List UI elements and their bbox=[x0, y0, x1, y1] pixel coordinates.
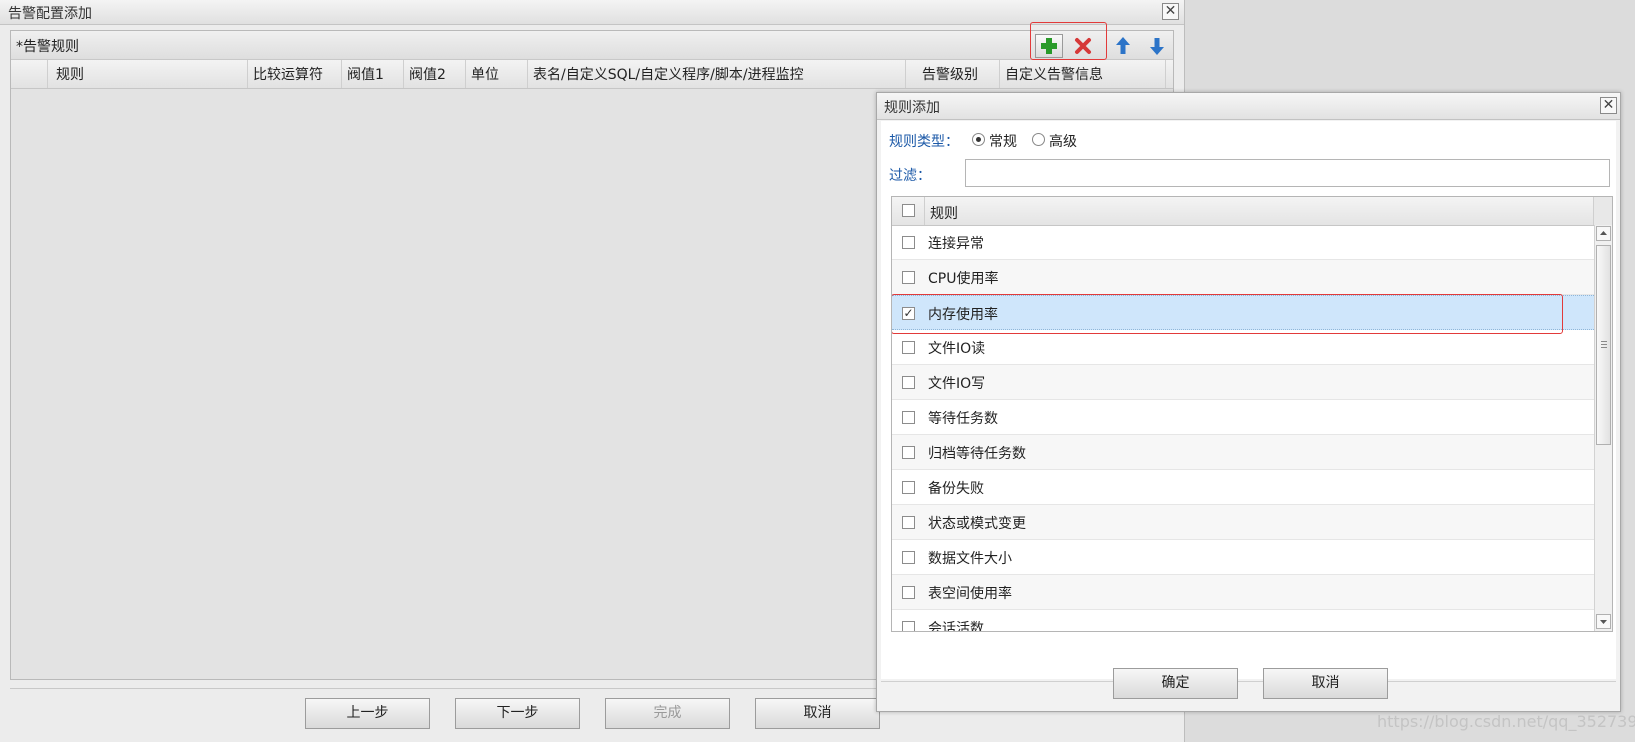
rule-list-scrollbar[interactable] bbox=[1594, 225, 1612, 631]
row-checkbox[interactable] bbox=[902, 446, 915, 459]
rule-name: 文件IO写 bbox=[928, 376, 986, 392]
list-item-selected[interactable]: ✓ 内存使用率 bbox=[892, 295, 1594, 330]
rule-name: 备份失败 bbox=[928, 481, 984, 497]
dialog-footer-divider bbox=[881, 681, 1616, 682]
rules-panel-header: *告警规则 bbox=[11, 22, 1173, 60]
dialog-body: 规则类型： 常规 高级 过滤： 规则 连接异常 CPU使用率 ✓ 内存使用率 文… bbox=[881, 121, 1616, 679]
arrow-down-icon bbox=[1150, 38, 1164, 55]
filter-label: 过滤： bbox=[889, 168, 931, 184]
list-item[interactable]: 归档等待任务数 bbox=[892, 435, 1594, 470]
dialog-title: 规则添加 bbox=[884, 100, 940, 116]
grid-header-blank bbox=[11, 60, 47, 88]
rule-list: 规则 连接异常 CPU使用率 ✓ 内存使用率 文件IO读 文件IO写 等待任务数… bbox=[891, 196, 1613, 632]
row-checkbox[interactable] bbox=[902, 341, 915, 354]
scroll-down-button[interactable] bbox=[1596, 614, 1611, 629]
rule-name: CPU使用率 bbox=[928, 271, 999, 287]
plus-icon bbox=[1041, 38, 1057, 54]
header-end-cell bbox=[1593, 197, 1612, 225]
list-item[interactable]: 等待任务数 bbox=[892, 400, 1594, 435]
row-checkbox[interactable] bbox=[902, 621, 915, 631]
list-item[interactable]: 文件IO读 bbox=[892, 330, 1594, 365]
filter-input[interactable] bbox=[965, 159, 1610, 187]
scroll-up-arrow-icon bbox=[1600, 231, 1607, 235]
window-close-button[interactable]: ✕ bbox=[1162, 3, 1179, 20]
rules-grid-header: 规则 比较运算符 阀值1 阀值2 单位 表名/自定义SQL/自定义程序/脚本/进… bbox=[11, 60, 1173, 89]
row-checkbox[interactable] bbox=[902, 411, 915, 424]
rule-type-advanced-radio[interactable] bbox=[1032, 133, 1045, 146]
column-header-end bbox=[1165, 60, 1176, 88]
rule-name: 文件IO读 bbox=[928, 341, 986, 357]
arrow-up-icon bbox=[1116, 37, 1130, 54]
list-item[interactable]: 数据文件大小 bbox=[892, 540, 1594, 575]
dialog-close-button[interactable]: ✕ bbox=[1600, 97, 1617, 114]
dialog-cancel-button[interactable]: 取消 bbox=[1263, 668, 1388, 699]
row-checkbox-checked[interactable]: ✓ bbox=[902, 307, 915, 320]
column-header-threshold1[interactable]: 阀值1 bbox=[341, 60, 403, 88]
move-up-button[interactable] bbox=[1109, 34, 1137, 58]
header-separator bbox=[924, 197, 925, 225]
rule-list-header: 规则 bbox=[892, 197, 1612, 226]
rule-type-advanced-label[interactable]: 高级 bbox=[1049, 131, 1077, 151]
column-header-alert-level[interactable]: 告警级别 bbox=[905, 60, 999, 88]
rules-panel-title: *告警规则 bbox=[16, 39, 79, 55]
next-step-button[interactable]: 下一步 bbox=[455, 698, 580, 729]
finish-button[interactable]: 完成 bbox=[605, 698, 730, 729]
delete-rule-button[interactable] bbox=[1069, 34, 1097, 58]
rule-name: 会话活数 bbox=[928, 621, 984, 632]
rule-name: 状态或模式变更 bbox=[928, 516, 1026, 532]
add-rule-button[interactable] bbox=[1035, 34, 1063, 58]
list-item[interactable]: 连接异常 bbox=[892, 225, 1594, 260]
column-header-target[interactable]: 表名/自定义SQL/自定义程序/脚本/进程监控 bbox=[527, 60, 905, 88]
row-checkbox[interactable] bbox=[902, 586, 915, 599]
row-checkbox[interactable] bbox=[902, 236, 915, 249]
dialog-titlebar: 规则添加 ✕ bbox=[877, 93, 1620, 120]
list-item[interactable]: 表空间使用率 bbox=[892, 575, 1594, 610]
rule-column-header[interactable]: 规则 bbox=[930, 203, 958, 223]
row-checkbox[interactable] bbox=[902, 376, 915, 389]
window-title: 告警配置添加 bbox=[8, 6, 92, 22]
column-header-unit[interactable]: 单位 bbox=[465, 60, 527, 88]
rule-name: 内存使用率 bbox=[928, 307, 998, 323]
rule-type-label: 规则类型： bbox=[889, 134, 959, 150]
column-header-operator[interactable]: 比较运算符 bbox=[247, 60, 341, 88]
dialog-ok-button[interactable]: 确定 bbox=[1113, 668, 1238, 699]
list-item[interactable]: 文件IO写 bbox=[892, 365, 1594, 400]
row-checkbox[interactable] bbox=[902, 481, 915, 494]
list-item[interactable]: 状态或模式变更 bbox=[892, 505, 1594, 540]
row-checkbox[interactable] bbox=[902, 551, 915, 564]
rule-name: 归档等待任务数 bbox=[928, 446, 1026, 462]
scroll-grip bbox=[1601, 347, 1607, 348]
scroll-grip bbox=[1601, 344, 1607, 345]
move-down-button[interactable] bbox=[1143, 34, 1171, 58]
scroll-up-button[interactable] bbox=[1596, 226, 1611, 241]
rule-name: 等待任务数 bbox=[928, 411, 998, 427]
list-item[interactable]: CPU使用率 bbox=[892, 260, 1594, 295]
main-cancel-button[interactable]: 取消 bbox=[755, 698, 880, 729]
scroll-down-arrow-icon bbox=[1600, 620, 1607, 624]
prev-step-button[interactable]: 上一步 bbox=[305, 698, 430, 729]
column-header-rule[interactable]: 规则 bbox=[47, 60, 247, 88]
row-checkbox[interactable] bbox=[902, 516, 915, 529]
rule-type-normal-radio[interactable] bbox=[972, 133, 985, 146]
rule-type-normal-label[interactable]: 常规 bbox=[989, 131, 1017, 151]
delete-x-icon bbox=[1075, 38, 1091, 54]
watermark-text: https://blog.csdn.net/qq_35273918 bbox=[1377, 712, 1635, 731]
column-header-custom-message[interactable]: 自定义告警信息 bbox=[999, 60, 1165, 88]
select-all-checkbox[interactable] bbox=[902, 204, 915, 217]
row-checkbox[interactable] bbox=[902, 271, 915, 284]
scroll-thumb[interactable] bbox=[1596, 245, 1611, 445]
column-header-threshold2[interactable]: 阀值2 bbox=[403, 60, 465, 88]
rule-name: 数据文件大小 bbox=[928, 551, 1012, 567]
list-item[interactable]: 备份失败 bbox=[892, 470, 1594, 505]
rule-name: 连接异常 bbox=[928, 236, 984, 252]
rule-name: 表空间使用率 bbox=[928, 586, 1012, 602]
scroll-grip bbox=[1601, 341, 1607, 342]
rule-add-dialog: 规则添加 ✕ 规则类型： 常规 高级 过滤： 规则 连接异常 CPU使用率 ✓ … bbox=[876, 92, 1621, 712]
window-titlebar: 告警配置添加 ✕ bbox=[0, 0, 1184, 25]
list-item[interactable]: 会话活数 bbox=[892, 610, 1594, 632]
